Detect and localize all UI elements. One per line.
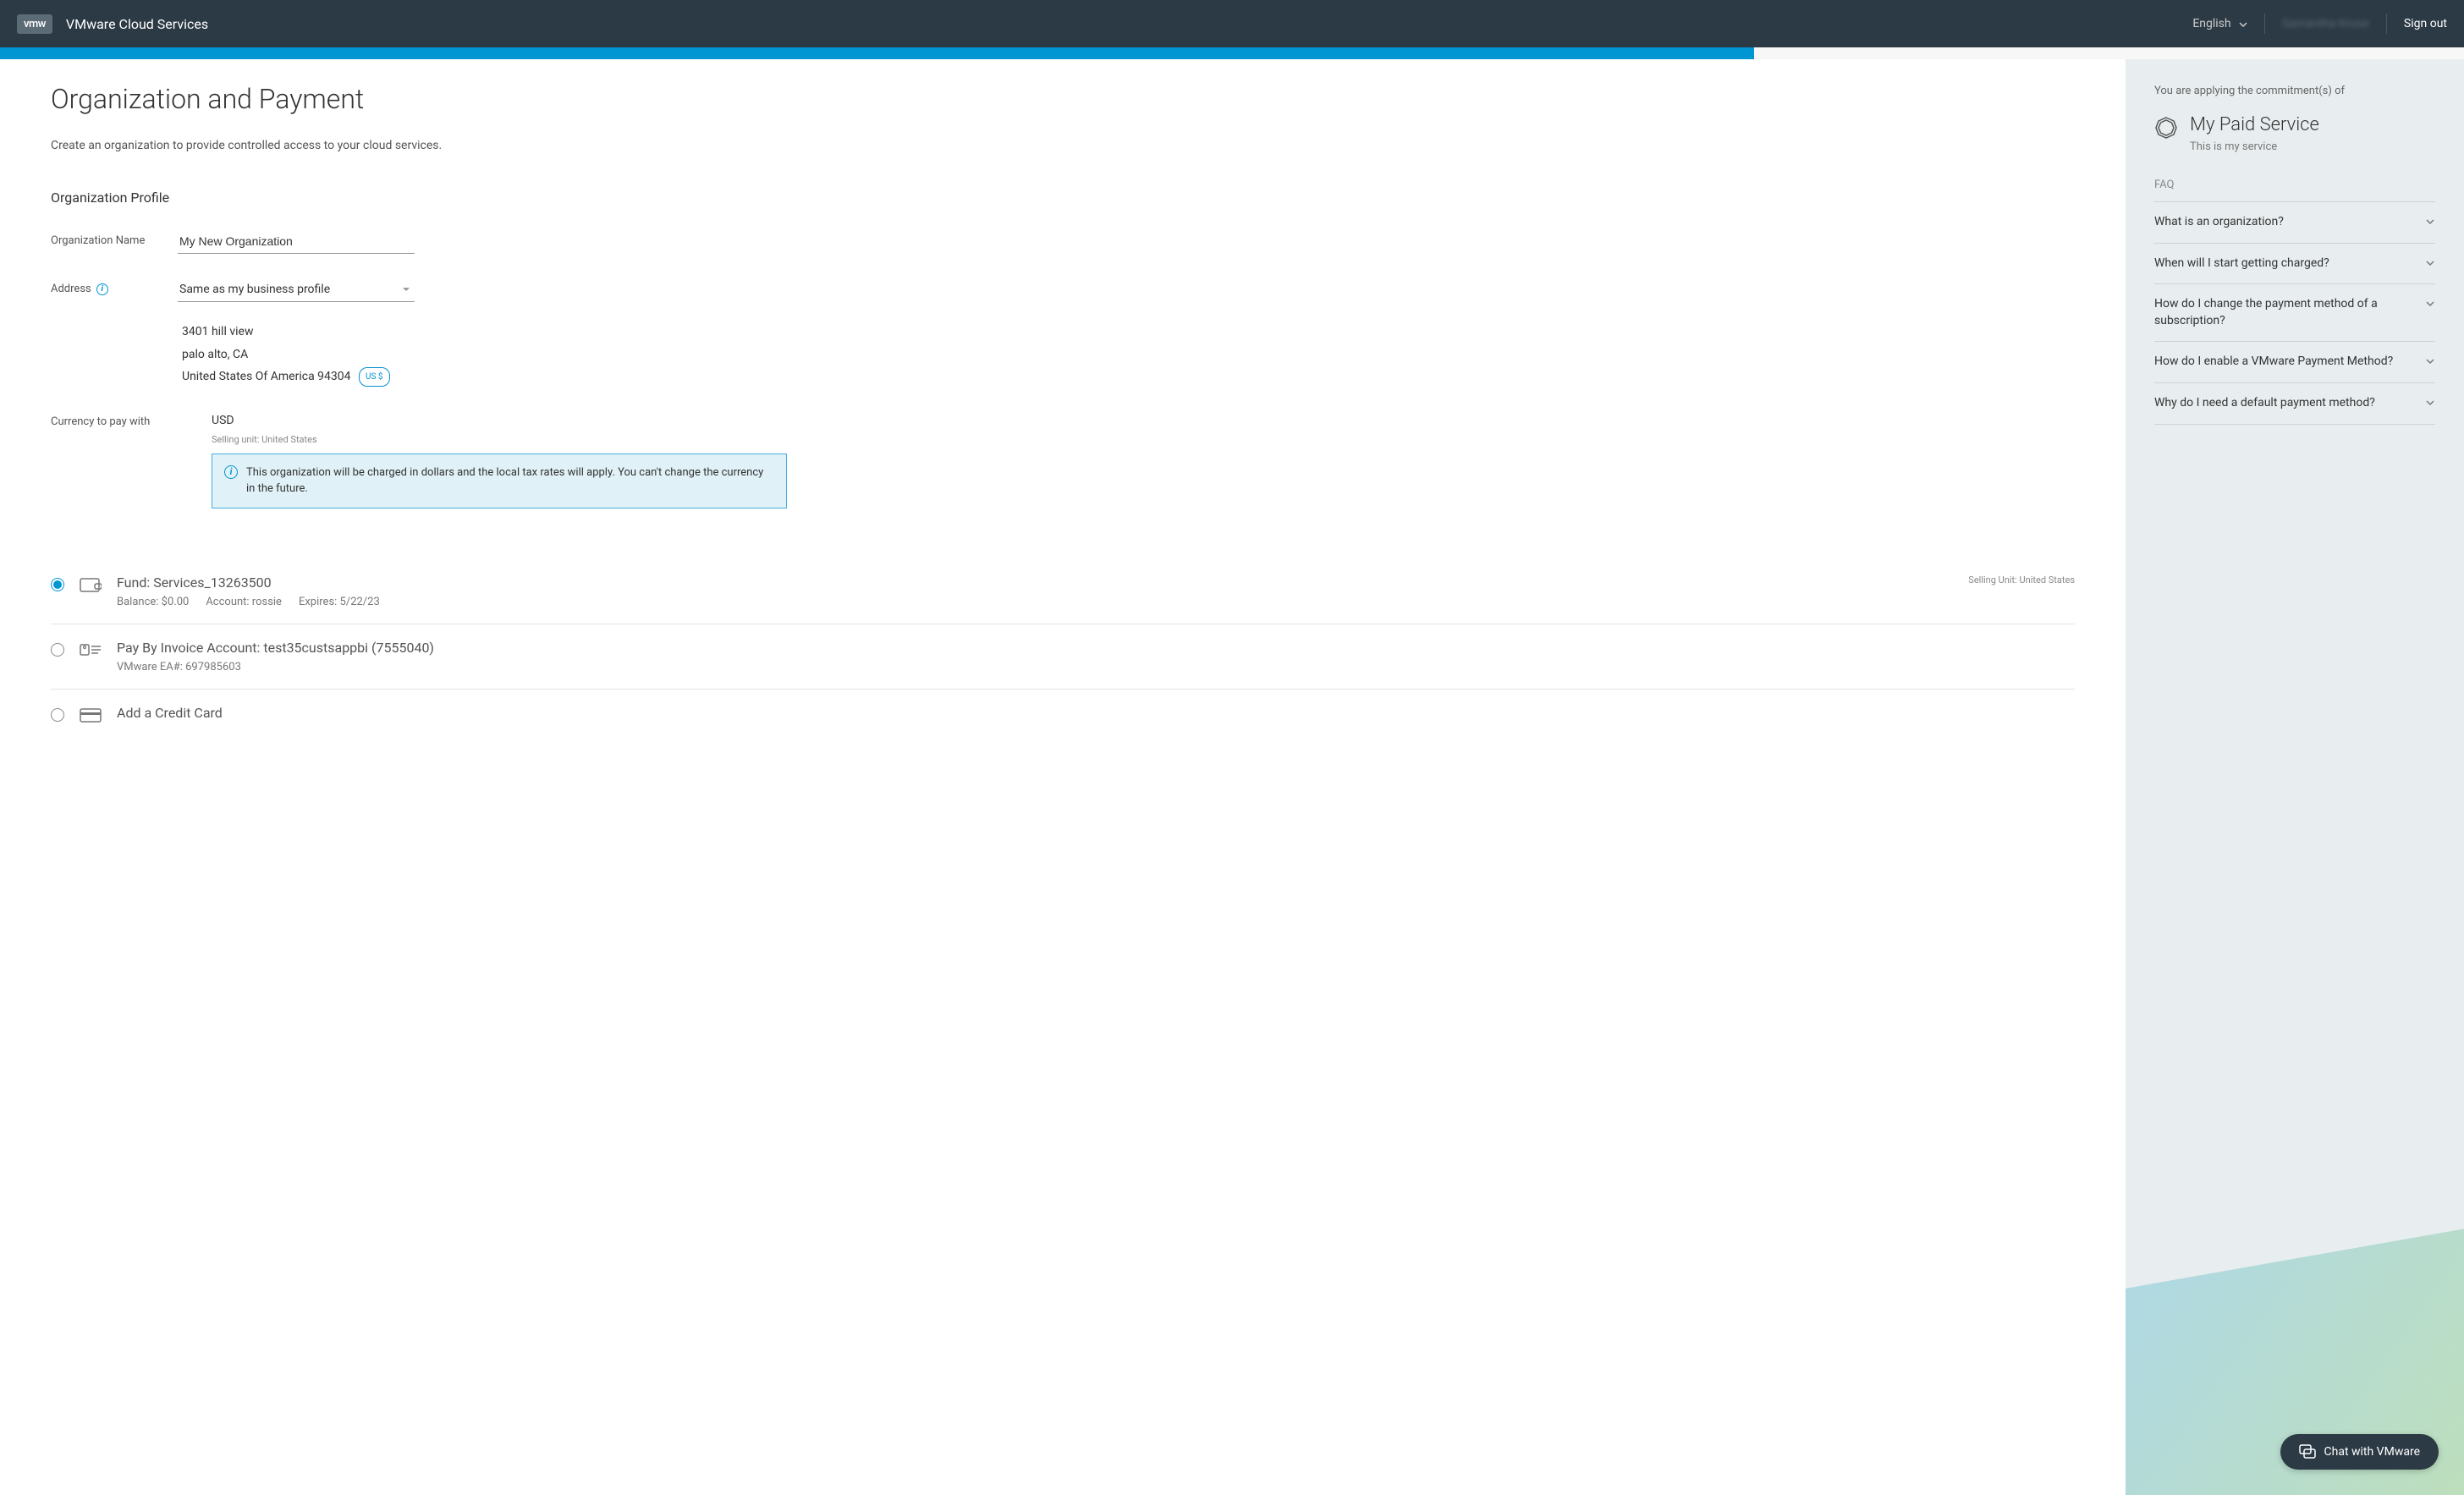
chat-button[interactable]: Chat with VMware — [2280, 1434, 2439, 1470]
address-line-1: 3401 hill view — [182, 321, 2075, 344]
radio-selected[interactable] — [51, 578, 64, 591]
chevron-down-icon — [2425, 299, 2435, 309]
logo: vmw — [17, 14, 52, 34]
payment-expires: Expires: 5/22/23 — [299, 596, 380, 608]
info-icon: i — [224, 465, 238, 479]
radio[interactable] — [51, 708, 64, 722]
faq-question: When will I start getting charged? — [2154, 256, 2329, 272]
selling-unit-hint: Selling unit: United States — [212, 434, 2075, 445]
address-label: Address i — [51, 278, 178, 295]
currency-value: USD — [212, 414, 2075, 427]
currency-badge: US $ — [359, 367, 390, 387]
faq-question: How do I enable a VMware Payment Method? — [2154, 354, 2393, 371]
org-name-label: Organization Name — [51, 229, 178, 247]
address-line-3: United States Of America 94304 — [182, 370, 351, 383]
service-desc: This is my service — [2190, 140, 2319, 153]
payment-selling-unit: Selling Unit: United States — [1968, 574, 2075, 585]
language-dropdown[interactable]: English — [2192, 17, 2247, 30]
progress-bar — [0, 47, 1754, 59]
payment-account: Account: rossie — [206, 596, 282, 608]
faq-item[interactable]: Why do I need a default payment method? — [2154, 382, 2435, 425]
faq-heading: FAQ — [2154, 179, 2435, 191]
credit-card-icon — [80, 706, 102, 723]
faq-item[interactable]: How do I change the payment method of a … — [2154, 283, 2435, 341]
chevron-down-icon — [2425, 356, 2435, 366]
main-content: Organization and Payment Create an organ… — [0, 59, 2126, 1495]
user-name[interactable]: Samantha Kruse — [2282, 17, 2369, 30]
address-line-2: palo alto, CA — [182, 344, 2075, 366]
page-title: Organization and Payment — [51, 83, 2075, 115]
chevron-down-icon — [2425, 258, 2435, 268]
org-name-input[interactable] — [178, 229, 415, 254]
sign-out-link[interactable]: Sign out — [2404, 17, 2447, 30]
section-header-org-profile: Organization Profile — [51, 190, 2075, 206]
chat-icon — [2299, 1444, 2316, 1459]
info-icon[interactable]: i — [96, 283, 108, 295]
brand-title: VMware Cloud Services — [66, 16, 208, 32]
currency-label: Currency to pay with — [51, 414, 212, 508]
service-icon — [2154, 116, 2178, 140]
info-alert-text: This organization will be charged in dol… — [246, 464, 774, 497]
sidebar-apply-text: You are applying the commitment(s) of — [2154, 85, 2435, 97]
page-subtitle: Create an organization to provide contro… — [51, 139, 2075, 152]
chat-label: Chat with VMware — [2324, 1445, 2421, 1459]
currency-info-alert: i This organization will be charged in d… — [212, 453, 787, 508]
faq-question: How do I change the payment method of a … — [2154, 296, 2415, 329]
service-name: My Paid Service — [2190, 114, 2319, 135]
divider — [2264, 14, 2265, 34]
chevron-down-icon — [2425, 217, 2435, 227]
payment-option-fund[interactable]: Fund: Services_13263500 Balance: $0.00 A… — [51, 559, 2075, 624]
payment-title: Pay By Invoice Account: test35custsappbi… — [117, 640, 2075, 656]
payment-ea: VMware EA#: 697985603 — [117, 661, 241, 673]
payment-balance: Balance: $0.00 — [117, 596, 189, 608]
language-label: English — [2192, 17, 2230, 30]
payment-option-invoice[interactable]: Pay By Invoice Account: test35custsappbi… — [51, 624, 2075, 690]
chevron-down-icon — [2425, 398, 2435, 408]
faq-item[interactable]: How do I enable a VMware Payment Method? — [2154, 341, 2435, 382]
faq-item[interactable]: When will I start getting charged? — [2154, 243, 2435, 284]
address-select[interactable]: Same as my business profile — [178, 278, 415, 302]
right-sidebar: You are applying the commitment(s) of My… — [2126, 59, 2464, 1495]
faq-question: What is an organization? — [2154, 214, 2284, 231]
global-header: vmw VMware Cloud Services English Samant… — [0, 0, 2464, 47]
faq-question: Why do I need a default payment method? — [2154, 395, 2375, 412]
payment-methods-list: Fund: Services_13263500 Balance: $0.00 A… — [51, 559, 2075, 741]
payment-option-credit-card[interactable]: Add a Credit Card — [51, 690, 2075, 741]
wallet-icon — [80, 576, 102, 593]
payment-title: Add a Credit Card — [117, 705, 2075, 721]
radio[interactable] — [51, 643, 64, 657]
payment-title: Fund: Services_13263500 — [117, 574, 1953, 591]
divider — [2386, 14, 2387, 34]
faq-item[interactable]: What is an organization? — [2154, 201, 2435, 243]
chevron-down-icon — [2239, 17, 2247, 30]
invoice-icon — [80, 641, 102, 658]
address-display: 3401 hill view palo alto, CA United Stat… — [182, 321, 2075, 388]
